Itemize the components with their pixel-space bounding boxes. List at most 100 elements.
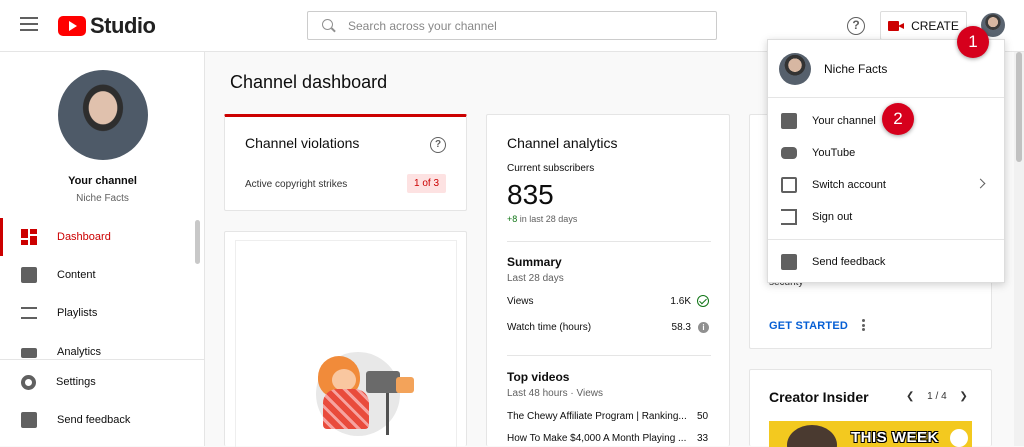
watch-time-value: 58.3 <box>671 322 691 333</box>
watch-time-label: Watch time (hours) <box>507 322 592 333</box>
top-video-title[interactable]: The Chewy Affiliate Program | Ranking... <box>507 411 693 422</box>
help-icon[interactable]: ? <box>847 17 865 35</box>
step-badge-2: 2 <box>882 103 914 135</box>
sidebar-item-label: Dashboard <box>57 231 111 243</box>
sidebar-item-label: Content <box>57 269 96 281</box>
thumbnail-badge <box>950 429 968 447</box>
video-thumbnail[interactable]: THIS WEEK <box>769 421 972 447</box>
info-icon[interactable]: i <box>698 322 709 333</box>
sidebar-item-send-feedback[interactable]: Send feedback <box>0 401 195 439</box>
feedback-icon <box>781 254 797 270</box>
sidebar-item-playlists[interactable]: Playlists <box>0 294 195 332</box>
analytics-title: Channel analytics <box>507 135 618 151</box>
scrollbar-thumb[interactable] <box>1016 52 1022 162</box>
sidebar-divider <box>0 359 204 360</box>
menu-item-label: Send feedback <box>812 256 886 268</box>
illustration-camera <box>366 371 400 393</box>
dashboard-icon <box>21 229 37 245</box>
chevron-left-icon[interactable]: ❮ <box>906 391 914 402</box>
top-videos-period: Last 48 hours · Views <box>507 388 603 399</box>
views-label: Views <box>507 296 534 307</box>
gear-icon <box>21 374 36 390</box>
illustration-tripod <box>386 393 389 435</box>
illustration-shirt <box>323 389 369 429</box>
menu-item-send-feedback[interactable]: Send feedback <box>768 246 1004 278</box>
analytics-icon <box>21 348 37 358</box>
sidebar: Your channel Niche Facts Dashboard Conte… <box>0 52 205 446</box>
sign-out-icon <box>781 209 797 225</box>
creator-insider-title: Creator Insider <box>769 389 869 405</box>
page-title: Channel dashboard <box>230 72 388 92</box>
account-menu: Niche Facts Your channel YouTube Switch … <box>767 39 1005 283</box>
sidebar-scrollbar[interactable] <box>195 220 200 264</box>
menu-item-switch-account[interactable]: Switch account <box>768 169 1004 201</box>
illustration-frame <box>235 240 457 447</box>
menu-item-label: Sign out <box>812 211 853 223</box>
create-label: CREATE <box>911 18 959 33</box>
gain-period: in last 28 days <box>519 214 578 224</box>
account-menu-name: Niche Facts <box>824 62 888 76</box>
strikes-label: Active copyright strikes <box>245 179 348 190</box>
menu-item-label: Switch account <box>812 179 886 191</box>
menu-divider <box>768 97 1004 98</box>
subscriber-gain: +8 in last 28 days <box>507 214 577 224</box>
violations-title: Channel violations <box>245 135 360 151</box>
menu-item-label: YouTube <box>812 147 856 159</box>
top-video-views: 50 <box>697 411 709 422</box>
thumbnail-person <box>787 425 837 447</box>
top-video-views: 33 <box>697 433 709 444</box>
divider <box>507 355 711 356</box>
sidebar-item-label: Settings <box>56 376 96 388</box>
check-circle-icon <box>697 295 709 307</box>
channel-avatar[interactable] <box>58 70 148 160</box>
get-started-button[interactable]: GET STARTED <box>769 320 848 332</box>
search-input[interactable] <box>348 18 688 33</box>
youtube-icon <box>781 147 797 159</box>
chevron-right-icon[interactable]: ❯ <box>959 391 967 402</box>
top-videos-title: Top videos <box>507 370 570 384</box>
page-scrollbar[interactable] <box>1014 52 1024 446</box>
search-icon <box>322 18 336 33</box>
sidebar-item-dashboard[interactable]: Dashboard <box>0 218 195 256</box>
sidebar-item-analytics[interactable]: Analytics <box>0 332 195 358</box>
switch-account-icon <box>781 177 797 193</box>
illustration-camera-lens <box>396 377 414 393</box>
gain-value: +8 <box>507 214 518 224</box>
subscribers-label: Current subscribers <box>507 163 595 174</box>
hamburger-menu-icon[interactable] <box>20 17 38 31</box>
pager: ❮ 1 / 4 ❯ <box>906 391 968 402</box>
views-value: 1.6K <box>670 296 691 307</box>
create-button[interactable]: CREATE <box>880 11 967 40</box>
more-options-icon[interactable] <box>862 319 865 331</box>
illustration-face <box>332 369 356 391</box>
strikes-badge[interactable]: 1 of 3 <box>407 174 447 193</box>
channel-violations-card: Channel violations ? Active copyright st… <box>224 114 467 211</box>
step-badge-1: 1 <box>957 26 989 58</box>
help-circle-icon[interactable]: ? <box>430 137 446 153</box>
summary-period: Last 28 days <box>507 273 564 284</box>
sidebar-item-label: Send feedback <box>57 414 131 426</box>
sidebar-item-content[interactable]: Content <box>0 256 195 294</box>
account-box-icon <box>781 113 797 129</box>
feedback-icon <box>21 412 37 428</box>
content-icon <box>21 267 37 283</box>
channel-title: Your channel <box>68 175 137 187</box>
menu-item-youtube[interactable]: YouTube <box>768 137 1004 169</box>
menu-item-sign-out[interactable]: Sign out <box>768 201 1004 233</box>
sidebar-item-label: Analytics <box>57 346 102 358</box>
summary-title: Summary <box>507 255 562 269</box>
logo-text: Studio <box>90 13 156 38</box>
top-video-title[interactable]: How To Make $4,000 A Month Playing ... <box>507 433 693 444</box>
video-camera-icon <box>888 20 905 31</box>
sidebar-item-settings[interactable]: Settings <box>0 363 195 401</box>
chevron-right-icon <box>975 178 986 189</box>
account-menu-avatar <box>779 53 811 85</box>
playlists-icon <box>21 307 37 319</box>
divider <box>507 241 711 242</box>
channel-analytics-card: Channel analytics Current subscribers 83… <box>486 114 730 446</box>
menu-divider <box>768 239 1004 240</box>
search-box[interactable] <box>307 11 717 40</box>
illustration-card <box>224 231 467 447</box>
thumbnail-text: THIS WEEK <box>851 429 939 446</box>
studio-logo[interactable]: Studio <box>58 13 156 39</box>
